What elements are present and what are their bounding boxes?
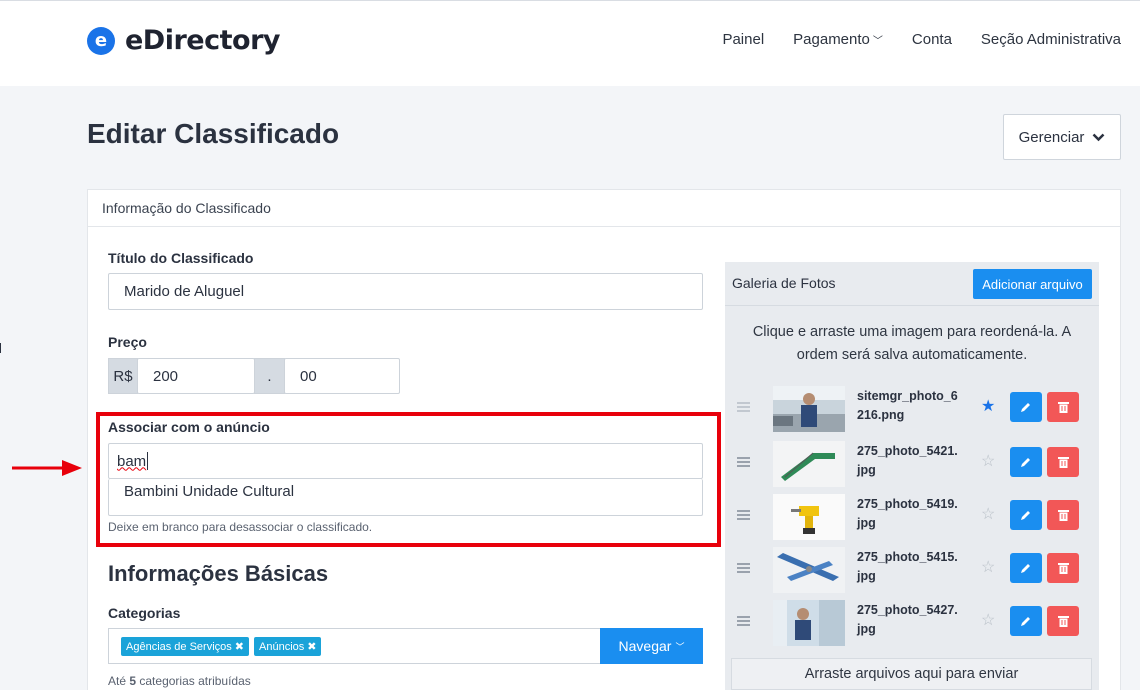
categories-field[interactable]: Agências de Serviços ✖ Anúncios ✖ (108, 628, 601, 664)
page-title: Editar Classificado (87, 118, 340, 149)
pencil-icon (1021, 564, 1030, 573)
drag-handle-icon[interactable] (737, 563, 750, 573)
trash-icon (1057, 616, 1069, 627)
pencil-icon (1021, 403, 1030, 412)
gallery-title: Galeria de Fotos (732, 275, 836, 291)
main-nav: Painel Pagamento ﹀ Conta Seção Administra… (722, 31, 1121, 48)
remove-tag-icon[interactable]: ✖ (307, 640, 316, 653)
photo-filename: 275_photo_5419.jpg (857, 497, 958, 530)
manage-label: Gerenciar (1018, 128, 1085, 146)
photo-thumbnail (773, 547, 845, 593)
top-header: e eDirectory Painel Pagamento ﹀ Conta Seç… (0, 0, 1140, 86)
nav-label: Conta (911, 31, 952, 48)
gallery-photo-row[interactable]: 275_photo_5427.jpg ☆ (725, 598, 1099, 648)
title-label: Título do Classificado (108, 250, 254, 266)
chevron-down-icon: ﹀ (675, 641, 685, 652)
gallery-photo-row[interactable]: 275_photo_5419.jpg ☆ (725, 492, 1099, 542)
panel-header: Informação do Classificado (88, 190, 1120, 227)
photo-filename: 275_photo_5421.jpg (857, 444, 958, 477)
drag-handle-icon[interactable] (737, 510, 750, 520)
price-cents-value: 00 (300, 367, 317, 385)
nav-label: Pagamento (793, 31, 870, 48)
price-separator: . (254, 358, 285, 394)
category-tag-label: Agências de Serviços (126, 640, 232, 653)
nav-item-secao-administrativa[interactable]: Seção Administrativa (981, 31, 1121, 48)
nav-label: Painel (722, 31, 765, 48)
photo-filename: sitemgr_photo_6216.png (857, 389, 958, 422)
trash-icon (1057, 402, 1069, 413)
pencil-icon (1021, 511, 1030, 520)
gallery-photo-row[interactable]: 275_photo_5415.jpg ☆ (725, 545, 1099, 595)
delete-photo-button[interactable] (1047, 606, 1079, 636)
gallery-photo-row[interactable]: sitemgr_photo_6216.png ★ (725, 384, 1099, 434)
pencil-icon (1021, 617, 1030, 626)
price-whole-input[interactable]: 200 (137, 358, 255, 394)
photo-thumbnail (773, 600, 845, 646)
edit-photo-button[interactable] (1010, 553, 1042, 583)
star-icon[interactable]: ☆ (981, 610, 995, 630)
price-cents-input[interactable]: 00 (284, 358, 400, 394)
photo-filename: 275_photo_5415.jpg (857, 550, 958, 583)
brand-logo[interactable]: e eDirectory (87, 25, 280, 56)
delete-photo-button[interactable] (1047, 392, 1079, 422)
drag-handle-icon[interactable] (737, 402, 750, 412)
photo-thumbnail (773, 386, 845, 432)
photo-thumbnail (773, 441, 845, 487)
highlight-box (96, 412, 721, 547)
star-icon[interactable]: ☆ (981, 557, 995, 577)
drag-handle-icon[interactable] (737, 457, 750, 467)
edge-marker (0, 343, 1, 353)
browse-categories-button[interactable]: Navegar ﹀ (600, 628, 703, 664)
chevron-down-icon: ﹀ (872, 36, 883, 47)
photo-gallery: Galeria de Fotos Adicionar arquivo Cliqu… (725, 262, 1099, 690)
basic-info-title: Informações Básicas (108, 561, 329, 586)
nav-label: Seção Administrativa (980, 31, 1121, 48)
title-input-value: Marido de Aluguel (124, 283, 245, 300)
nav-item-pagamento[interactable]: Pagamento ﹀ (793, 31, 883, 48)
photo-thumbnail (773, 494, 845, 540)
categories-label: Categorias (108, 605, 181, 621)
star-icon[interactable]: ☆ (981, 451, 995, 471)
edit-photo-button[interactable] (1010, 392, 1042, 422)
photo-filename: 275_photo_5427.jpg (857, 603, 958, 636)
logo-icon: e (87, 26, 115, 55)
price-label: Preço (108, 334, 147, 350)
drag-handle-icon[interactable] (737, 616, 750, 626)
gallery-instructions: Clique e arraste uma imagem para reorden… (752, 324, 1072, 363)
trash-icon (1057, 510, 1069, 521)
pencil-icon (1021, 458, 1030, 467)
gallery-photo-row[interactable]: 275_photo_5421.jpg ☆ (725, 439, 1099, 489)
category-tag[interactable]: Agências de Serviços ✖ (121, 637, 249, 656)
trash-icon (1057, 563, 1069, 574)
categories-hint: Até 5 categorias atribuídas (108, 674, 251, 688)
brand-name: eDirectory (125, 25, 280, 56)
edit-photo-button[interactable] (1010, 447, 1042, 477)
category-tag[interactable]: Anúncios ✖ (254, 637, 322, 656)
delete-photo-button[interactable] (1047, 500, 1079, 530)
edit-photo-button[interactable] (1010, 606, 1042, 636)
arrow-right-icon (12, 460, 82, 476)
hint-text: categorias atribuídas (136, 674, 251, 688)
add-file-button[interactable]: Adicionar arquivo (973, 269, 1092, 299)
gallery-header: Galeria de Fotos Adicionar arquivo (725, 262, 1099, 306)
nav-item-painel[interactable]: Painel (722, 31, 764, 48)
trash-icon (1057, 457, 1069, 468)
manage-dropdown-button[interactable]: Gerenciar (1003, 114, 1121, 160)
remove-tag-icon[interactable]: ✖ (235, 640, 244, 653)
browse-label: Navegar (618, 638, 672, 654)
delete-photo-button[interactable] (1047, 447, 1079, 477)
star-icon[interactable]: ☆ (981, 504, 995, 524)
nav-item-conta[interactable]: Conta (912, 31, 952, 48)
price-whole-value: 200 (153, 367, 179, 385)
category-tag-label: Anúncios (259, 640, 305, 653)
title-input[interactable]: Marido de Aluguel (108, 273, 703, 310)
delete-photo-button[interactable] (1047, 553, 1079, 583)
hint-text: Até (108, 674, 130, 688)
file-dropzone[interactable]: Arraste arquivos aqui para enviar (731, 658, 1092, 690)
currency-addon: R$ (108, 358, 138, 394)
featured-star-icon[interactable]: ★ (981, 396, 995, 416)
edit-photo-button[interactable] (1010, 500, 1042, 530)
chevron-down-icon (1093, 133, 1105, 141)
